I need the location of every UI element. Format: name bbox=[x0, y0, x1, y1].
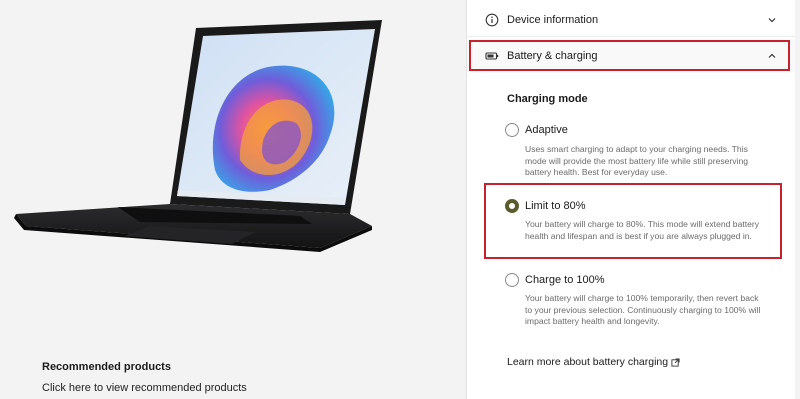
learn-more-label: Learn more about battery charging bbox=[507, 356, 669, 368]
recommended-products-link[interactable]: Click here to view recommended products bbox=[42, 382, 247, 394]
adaptive-radio[interactable] bbox=[505, 123, 519, 137]
adaptive-description: Uses smart charging to adapt to your cha… bbox=[525, 144, 749, 177]
chevron-up-icon bbox=[768, 53, 776, 58]
device-information-label: Device information bbox=[507, 14, 599, 26]
product-area: Recommended products Click here to view … bbox=[0, 0, 466, 399]
charge-100-label: Charge to 100% bbox=[525, 274, 605, 286]
info-icon bbox=[485, 13, 499, 27]
chevron-down-icon bbox=[768, 18, 776, 23]
limit-80-description: Your battery will charge to 80%. This mo… bbox=[525, 219, 760, 241]
device-information-header[interactable]: Device information bbox=[467, 4, 795, 37]
recommended-products-title: Recommended products bbox=[42, 361, 171, 373]
limit-80-label: Limit to 80% bbox=[525, 200, 586, 212]
settings-panel: Device information Battery & charging Ch… bbox=[466, 0, 795, 399]
battery-charging-header[interactable]: Battery & charging bbox=[467, 40, 795, 72]
charge-100-radio[interactable] bbox=[505, 273, 519, 287]
charging-mode-title: Charging mode bbox=[507, 93, 588, 105]
external-link-icon bbox=[671, 357, 680, 367]
limit-80-radio[interactable] bbox=[505, 199, 519, 213]
learn-more-link[interactable]: Learn more about battery charging bbox=[507, 356, 680, 368]
charge-100-description: Your battery will charge to 100% tempora… bbox=[525, 293, 761, 326]
laptop-image bbox=[14, 20, 382, 252]
battery-icon bbox=[485, 52, 499, 60]
battery-charging-label: Battery & charging bbox=[507, 50, 598, 62]
adaptive-label: Adaptive bbox=[525, 124, 568, 136]
